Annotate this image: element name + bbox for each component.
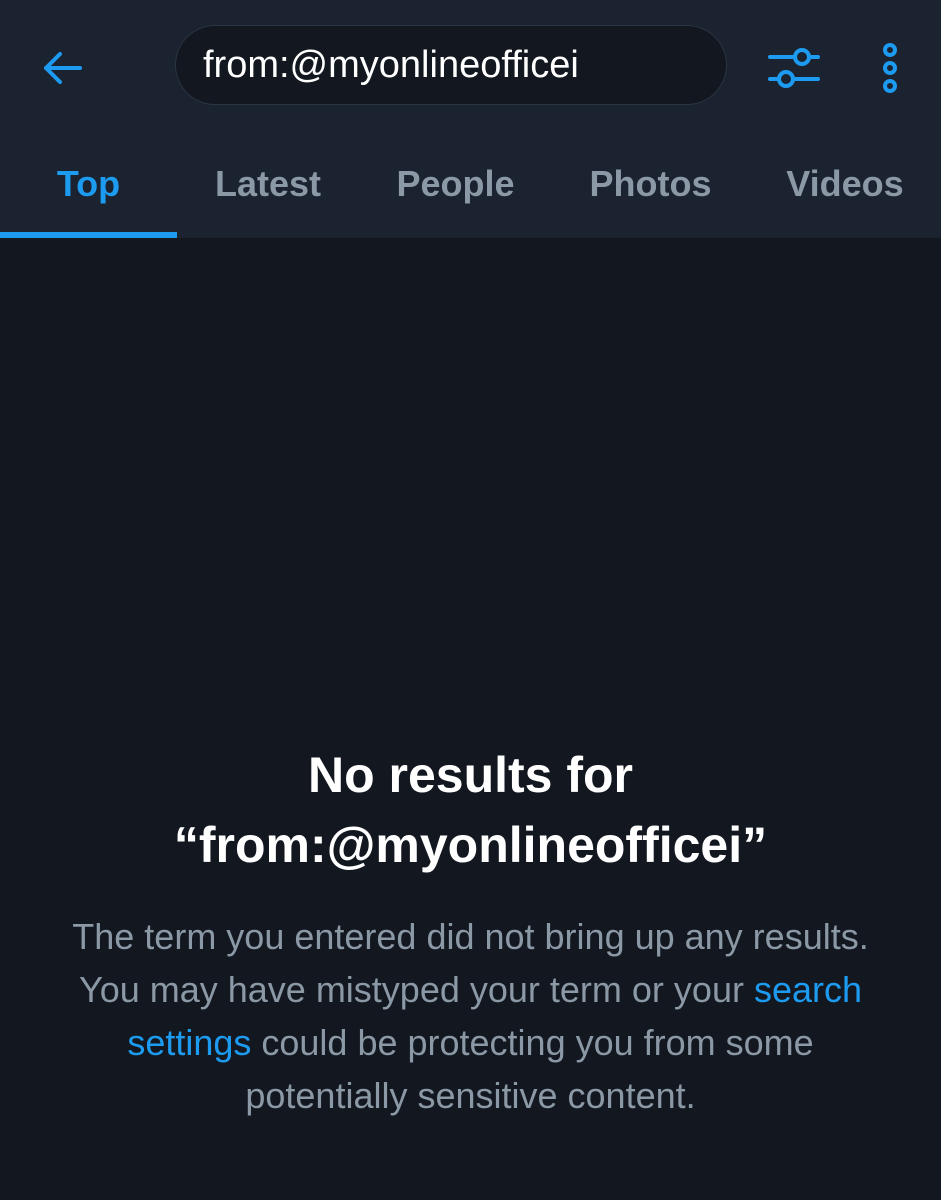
search-box[interactable]: [175, 25, 727, 105]
empty-state: No results for “from:@myonlineofficei” T…: [0, 740, 941, 1122]
search-header: Top Latest People Photos Videos: [0, 0, 941, 238]
message-text-after: could be protecting you from some potent…: [245, 1022, 814, 1116]
tab-label: Top: [56, 163, 121, 204]
tab-videos[interactable]: Videos: [749, 140, 941, 238]
search-input[interactable]: [176, 25, 726, 105]
tab-latest[interactable]: Latest: [177, 140, 359, 238]
search-results-screen: Top Latest People Photos Videos No resul…: [0, 0, 941, 1200]
more-options-button[interactable]: [864, 38, 916, 98]
message-text-before: The term you entered did not bring up an…: [72, 916, 869, 1010]
tab-label: Videos: [786, 163, 904, 204]
back-button[interactable]: [34, 40, 90, 96]
sliders-icon: [768, 48, 820, 88]
tab-label: Photos: [589, 163, 712, 204]
tab-label: People: [396, 163, 515, 204]
empty-title-line: No results for: [307, 747, 634, 803]
active-tab-indicator: [0, 232, 177, 238]
search-tabs: Top Latest People Photos Videos: [0, 140, 941, 238]
search-filter-button[interactable]: [764, 38, 824, 98]
tab-label: Latest: [214, 163, 322, 204]
empty-state-title: No results for “from:@myonlineofficei”: [71, 740, 871, 880]
tab-photos[interactable]: Photos: [552, 140, 749, 238]
vertical-dots-icon: [883, 43, 897, 93]
tab-people[interactable]: People: [359, 140, 552, 238]
empty-title-query: “from:@myonlineofficei”: [173, 817, 768, 873]
arrow-left-icon: [44, 52, 82, 84]
tab-top[interactable]: Top: [0, 140, 177, 238]
empty-state-message: The term you entered did not bring up an…: [71, 910, 871, 1122]
